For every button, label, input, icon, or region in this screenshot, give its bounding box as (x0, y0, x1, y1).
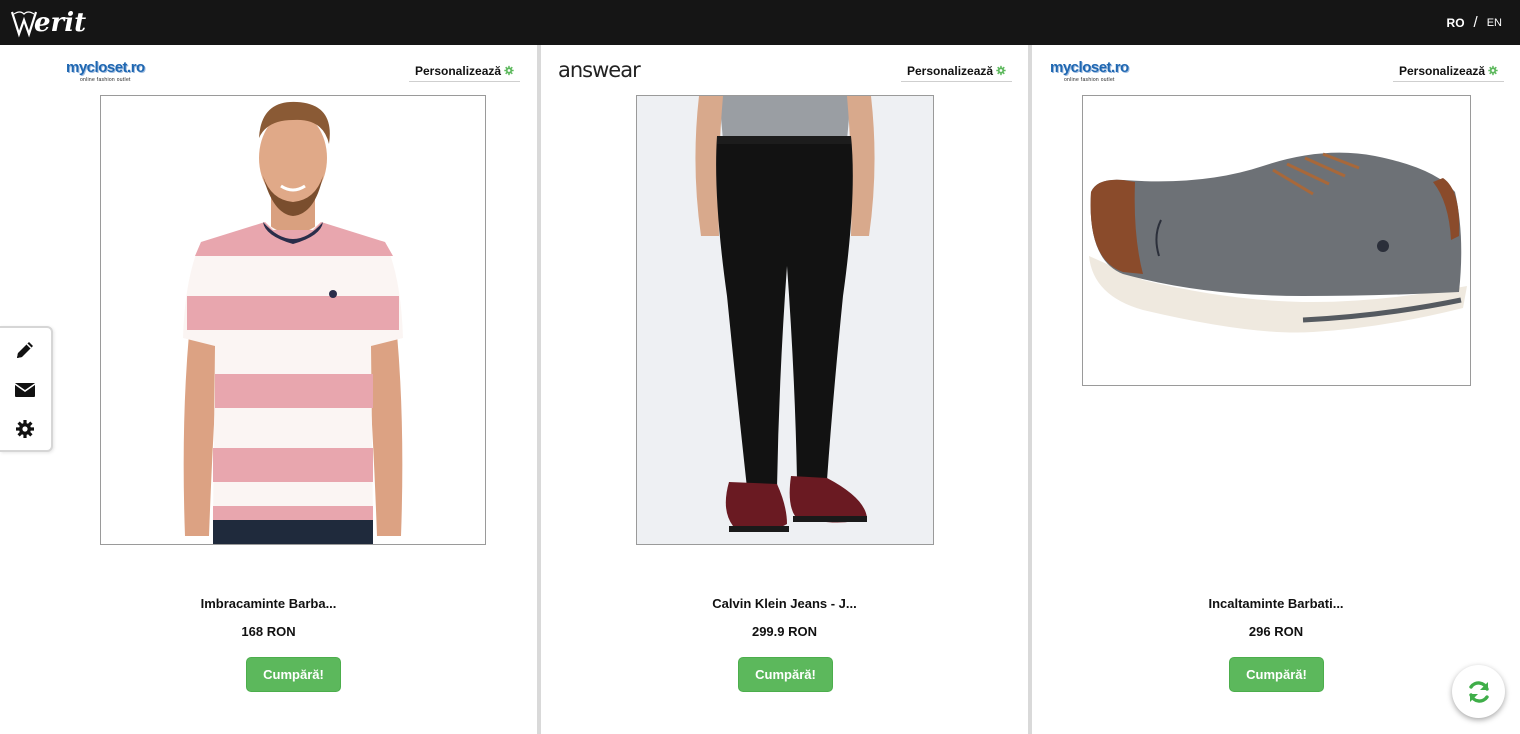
personalize-button[interactable]: Personalizează (409, 57, 520, 82)
buy-button[interactable]: Cumpără! (246, 657, 341, 692)
product-card-2: answear Personalizează Calvin Klein Jean… (541, 45, 1028, 734)
store-logo-mycloset[interactable]: mycloset.ro online fashion outlet (1050, 59, 1129, 84)
lang-ro-link[interactable]: RO (1447, 16, 1465, 30)
lang-separator: / (1473, 14, 1478, 31)
product-image[interactable] (100, 95, 486, 545)
sneaker-image (1083, 96, 1470, 385)
personalize-label: Personalizează (907, 63, 994, 78)
store-logo-subtext: online fashion outlet (79, 77, 131, 83)
product-name[interactable]: Imbracaminte Barba... (0, 596, 537, 611)
personalize-label: Personalizează (1399, 63, 1486, 78)
side-toolbar (0, 326, 53, 452)
product-price: 299.9 RON (751, 624, 818, 639)
envelope-icon[interactable] (14, 379, 36, 401)
store-logo-text: mycloset.ro (1050, 59, 1129, 76)
refresh-icon (1468, 680, 1489, 703)
jeans-model-image (637, 96, 933, 544)
refresh-button[interactable] (1452, 665, 1505, 718)
product-name[interactable]: Calvin Klein Jeans - J... (541, 596, 1028, 611)
gear-icon (1488, 65, 1498, 76)
personalize-label: Personalizează (415, 63, 502, 78)
buy-button[interactable]: Cumpără! (1229, 657, 1324, 692)
logo-text: erit (34, 8, 87, 38)
gear-icon[interactable] (14, 418, 36, 440)
tshirt-model-image (101, 96, 485, 544)
buy-button[interactable]: Cumpără! (738, 657, 833, 692)
personalize-button[interactable]: Personalizează (901, 57, 1012, 82)
product-name[interactable]: Incaltaminte Barbati... (1032, 596, 1520, 611)
product-image[interactable] (1082, 95, 1471, 386)
product-price: 168 RON (241, 624, 296, 639)
product-card-1: mycloset.ro online fashion outlet Person… (0, 45, 537, 734)
lang-en-link[interactable]: EN (1487, 17, 1502, 29)
top-navbar: erit RO / EN (0, 0, 1520, 45)
site-logo[interactable]: erit (10, 6, 86, 40)
store-logo-mycloset[interactable]: mycloset.ro online fashion outlet (66, 59, 145, 84)
product-card-3: mycloset.ro online fashion outlet Person… (1032, 45, 1520, 734)
pencil-icon[interactable] (14, 339, 36, 361)
store-logo-subtext: online fashion outlet (1063, 77, 1115, 83)
store-logo-answear[interactable]: answear (558, 59, 641, 81)
gear-icon (504, 65, 514, 76)
personalize-button[interactable]: Personalizează (1393, 57, 1504, 82)
product-image[interactable] (636, 95, 934, 545)
language-switcher: RO / EN (1447, 14, 1502, 31)
store-logo-text: mycloset.ro (66, 59, 145, 76)
product-price: 296 RON (1248, 624, 1304, 639)
gear-icon (996, 65, 1006, 76)
